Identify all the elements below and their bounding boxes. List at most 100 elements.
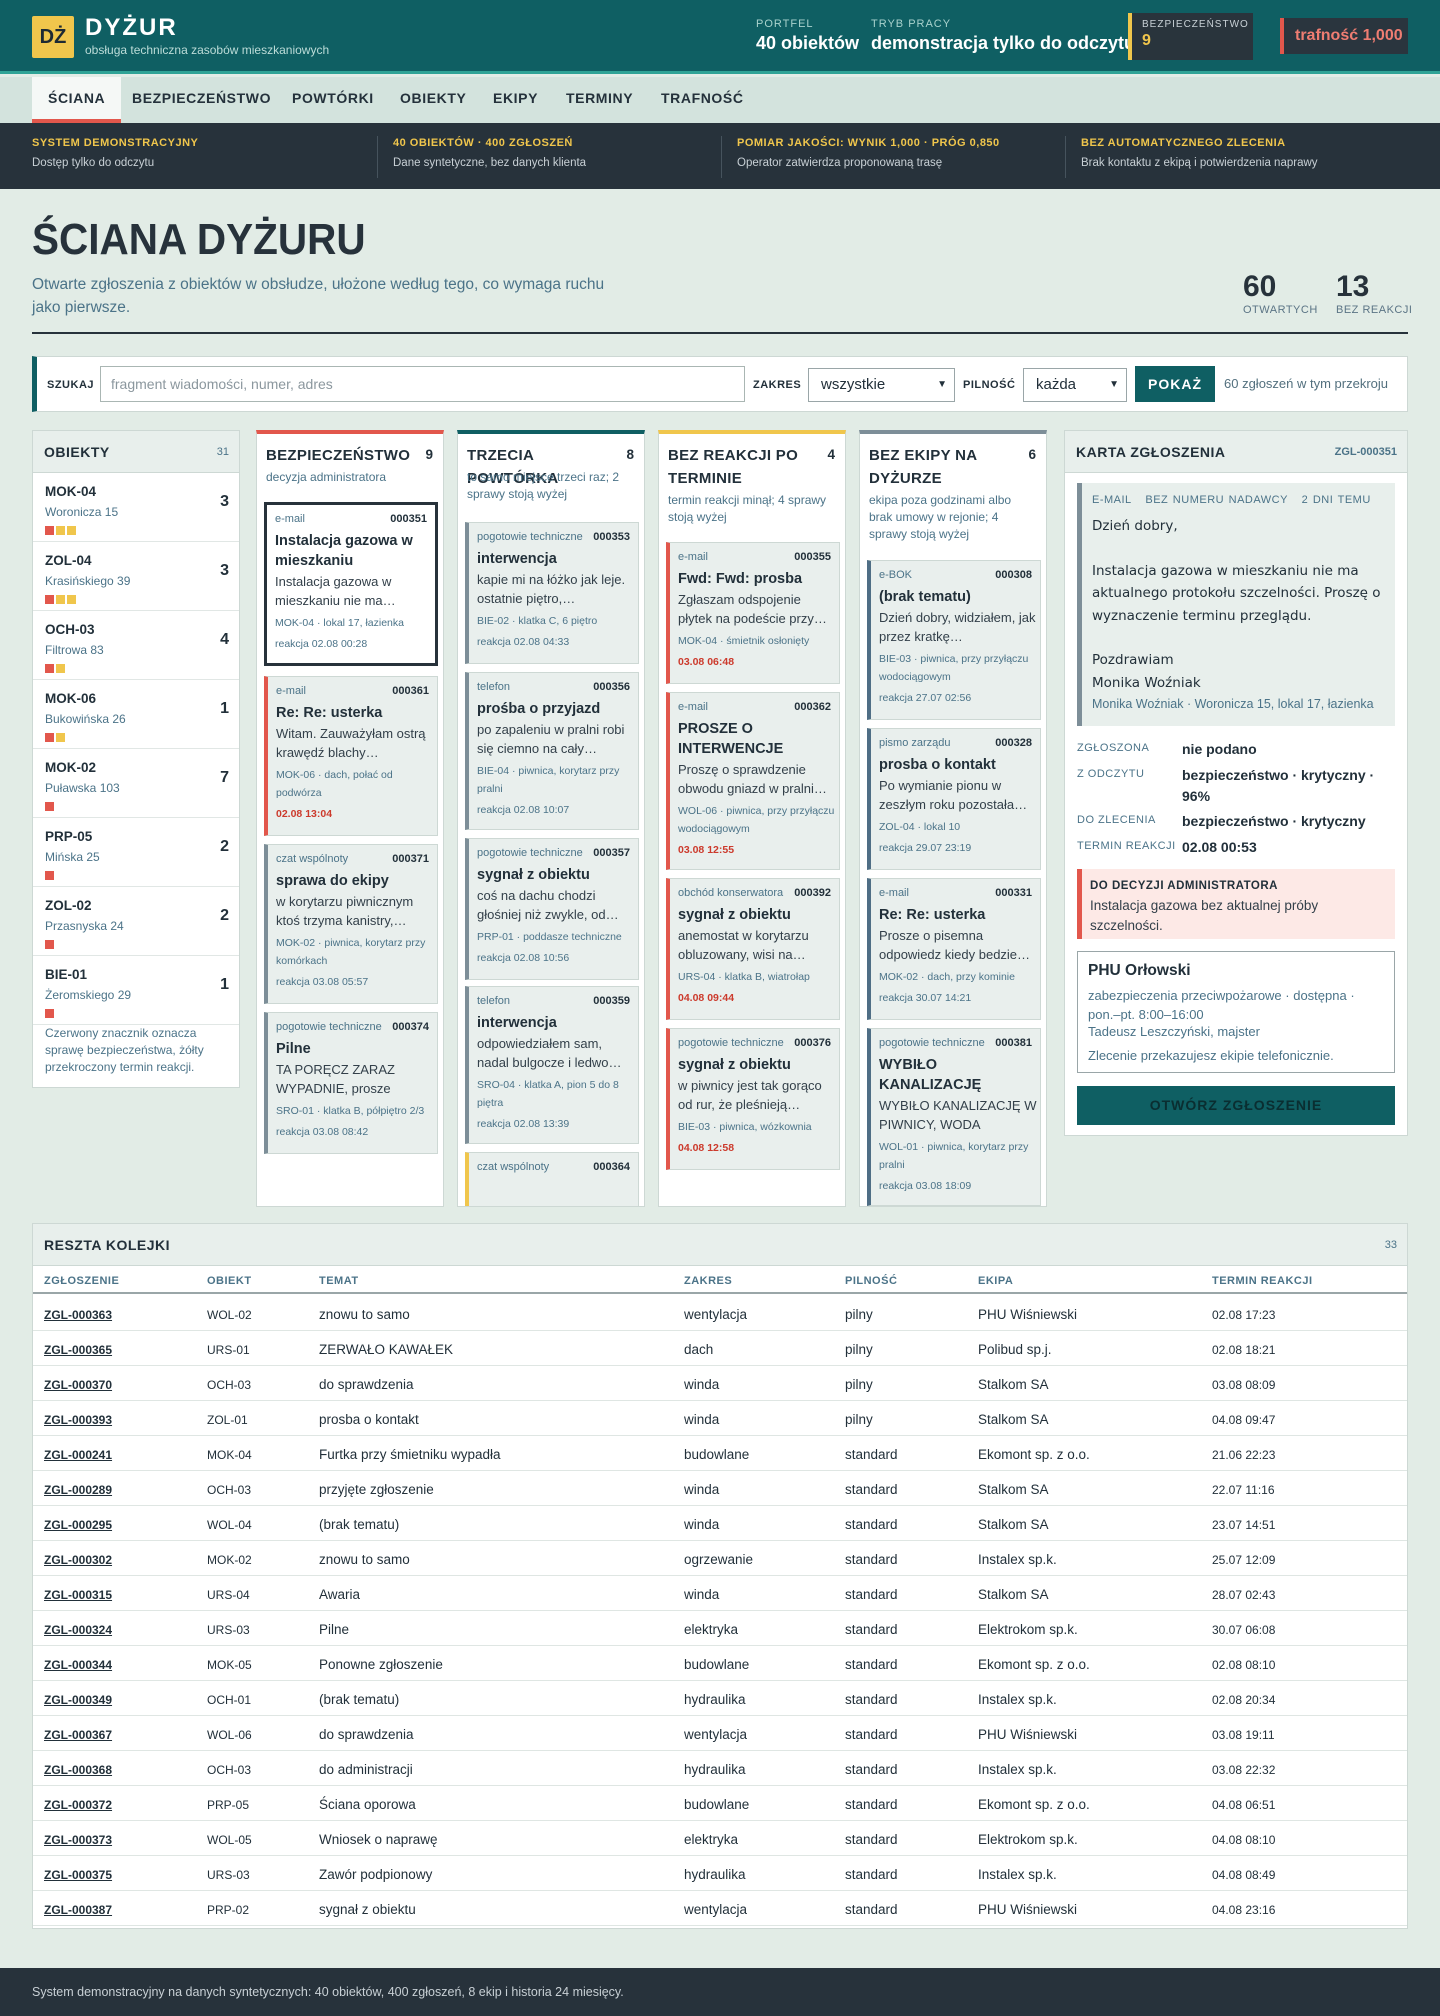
urgency-select[interactable]: każda ▼	[1023, 368, 1127, 402]
object-row[interactable]: ZOL-02 Przasnyska 24 2	[33, 887, 239, 956]
ticket-id-link[interactable]: ZGL-000393	[44, 1413, 112, 1427]
ticket-id-link[interactable]: ZGL-000373	[44, 1833, 112, 1847]
tab-accuracy[interactable]: TRAFNOŚĆ	[645, 77, 760, 123]
ticket-card[interactable]: e-BOK 000308 (brak tematu) Dzień dobry, wid…	[867, 560, 1041, 720]
table-row[interactable]: ZGL-000289 OCH-03 przyjęte zgłoszenie winda…	[33, 1471, 1407, 1506]
ticket-id-link[interactable]: ZGL-000295	[44, 1518, 112, 1532]
ticket-id-link[interactable]: ZGL-000368	[44, 1763, 112, 1777]
row-object: WOL-06	[207, 1728, 252, 1742]
queue-column-header[interactable]: OBIEKT	[207, 1275, 252, 1287]
message-line	[1092, 627, 1392, 649]
object-row[interactable]: PRP-05 Mińska 25 2	[33, 818, 239, 887]
ticket-card[interactable]: telefon 000359 interwencja odpowiedziałem s…	[465, 986, 639, 1144]
table-row[interactable]: ZGL-000368 OCH-03 do administracji hydrauli…	[33, 1751, 1407, 1786]
ticket-card[interactable]: e-mail 000361 Re: Re: usterka Witam. Zauważ…	[264, 676, 438, 836]
ticket-id-link[interactable]: ZGL-000241	[44, 1448, 112, 1462]
message-channel: E-MAIL	[1092, 494, 1132, 506]
ticket-card[interactable]: czat wspólnoty 000371 sprawa do ekipy w kor…	[264, 844, 438, 1004]
ticket-card[interactable]: czat wspólnoty 000364	[465, 1152, 639, 1206]
table-row[interactable]: ZGL-000302 MOK-02 znowu to samo ogrzewanie s…	[33, 1541, 1407, 1576]
message-sender: BEZ NUMERU NADAWCY	[1145, 494, 1288, 506]
tab-objects[interactable]: OBIEKTY	[384, 77, 482, 123]
ticket-id-link[interactable]: ZGL-000372	[44, 1798, 112, 1812]
ticket-id-link[interactable]: ZGL-000324	[44, 1623, 112, 1637]
queue-column-header[interactable]: TERMIN REAKCJI	[1212, 1275, 1313, 1287]
scope-select[interactable]: wszystkie ▼	[808, 368, 955, 402]
ticket-number: 000359	[593, 995, 630, 1007]
table-row[interactable]: ZGL-000363 WOL-02 znowu to samo wentylacja p…	[33, 1296, 1407, 1331]
table-row[interactable]: ZGL-000365 URS-01 ZERWAŁO KAWAŁEK dach pilny…	[33, 1331, 1407, 1366]
object-row[interactable]: MOK-06 Bukowińska 26 1	[33, 680, 239, 749]
object-row[interactable]: ZOL-04 Krasińskiego 39 3	[33, 542, 239, 611]
ticket-id-link[interactable]: ZGL-000387	[44, 1903, 112, 1917]
object-row[interactable]: MOK-02 Puławska 103 7	[33, 749, 239, 818]
page-title: ŚCIANA DYŻURU	[32, 215, 366, 264]
table-row[interactable]: ZGL-000370 OCH-03 do sprawdzenia winda pilny…	[33, 1366, 1407, 1401]
ticket-id-link[interactable]: ZGL-000302	[44, 1553, 112, 1567]
queue-column-header[interactable]: EKIPA	[978, 1275, 1013, 1287]
ticket-card[interactable]: e-mail 000331 Re: Re: usterka Prosze o pise…	[867, 878, 1041, 1020]
table-row[interactable]: ZGL-000393 ZOL-01 prosba o kontakt winda pil…	[33, 1401, 1407, 1436]
queue-column-header[interactable]: ZAKRES	[684, 1275, 732, 1287]
object-row[interactable]: BIE-01 Żeromskiego 29 1	[33, 956, 239, 1025]
ticket-id-link[interactable]: ZGL-000375	[44, 1868, 112, 1882]
tab-wall[interactable]: ŚCIANA	[32, 77, 122, 123]
search-input[interactable]: fragment wiadomości, numer, adres	[100, 366, 745, 402]
row-scope: wentylacja	[684, 1902, 748, 1917]
ticket-id-link[interactable]: ZGL-000370	[44, 1378, 112, 1392]
table-row[interactable]: ZGL-000344 MOK-05 Ponowne zgłoszenie budowl…	[33, 1646, 1407, 1681]
table-row[interactable]: ZGL-000315 URS-04 Awaria winda standard Stalk…	[33, 1576, 1407, 1611]
status-marker	[56, 526, 65, 535]
objects-header: OBIEKTY 31	[33, 431, 239, 473]
row-object: OCH-01	[207, 1693, 252, 1707]
table-row[interactable]: ZGL-000295 WOL-04 (brak tematu) winda standa…	[33, 1506, 1407, 1541]
table-row[interactable]: ZGL-000375 URS-03 Zawór podpionowy hydrauli…	[33, 1856, 1407, 1891]
ticket-card[interactable]: telefon 000356 prośba o przyjazd po zapalen…	[465, 672, 639, 830]
tab-crews[interactable]: EKIPY	[477, 77, 554, 123]
table-row[interactable]: ZGL-000373 WOL-05 Wniosek o naprawę elektry…	[33, 1821, 1407, 1856]
ticket-card[interactable]: e-mail 000351 Instalacja gazowa w mieszkan…	[264, 502, 438, 666]
row-crew: Stalkom SA	[978, 1412, 1049, 1427]
ticket-id-link[interactable]: ZGL-000344	[44, 1658, 112, 1672]
row-object: WOL-02	[207, 1308, 252, 1322]
table-row[interactable]: ZGL-000324 URS-03 Pilne elektryka standard El…	[33, 1611, 1407, 1646]
open-ticket-button[interactable]: OTWÓRZ ZGŁOSZENIE	[1077, 1086, 1395, 1125]
object-row[interactable]: OCH-03 Filtrowa 83 4	[33, 611, 239, 680]
accuracy-badge[interactable]: trafność 1,000	[1280, 18, 1408, 54]
table-row[interactable]: ZGL-000349 OCH-01 (brak tematu) hydraulika s…	[33, 1681, 1407, 1716]
row-deadline: 02.08 08:10	[1212, 1658, 1276, 1672]
table-row[interactable]: ZGL-000387 PRP-02 sygnał z obiektu wentylac…	[33, 1891, 1407, 1926]
queue-column-header[interactable]: PILNOŚĆ	[845, 1275, 897, 1287]
ticket-card[interactable]: pogotowie techniczne 000376 sygnał z obiek…	[666, 1028, 840, 1170]
safety-badge[interactable]: BEZPIECZEŃSTWO 9	[1128, 13, 1253, 60]
ticket-id-link[interactable]: ZGL-000289	[44, 1483, 112, 1497]
ticket-card[interactable]: pismo zarządu 000328 prosba o kontakt Po wy…	[867, 728, 1041, 870]
ticket-id-link[interactable]: ZGL-000365	[44, 1343, 112, 1357]
table-row[interactable]: ZGL-000241 MOK-04 Furtka przy śmietniku wy…	[33, 1436, 1407, 1471]
tab-safety[interactable]: BEZPIECZEŃSTWO	[116, 77, 287, 123]
row-object: OCH-03	[207, 1763, 252, 1777]
ticket-card[interactable]: obchód konserwatora 000392 sygnał z obiekt…	[666, 878, 840, 1020]
portfolio-label: PORTFEL	[756, 18, 814, 30]
ticket-id-link[interactable]: ZGL-000367	[44, 1728, 112, 1742]
object-row[interactable]: MOK-04 Woronicza 15 3	[33, 473, 239, 542]
ticket-id-link[interactable]: ZGL-000315	[44, 1588, 112, 1602]
tab-repeats[interactable]: POWTÓRKI	[276, 77, 390, 123]
ticket-id-link[interactable]: ZGL-000349	[44, 1693, 112, 1707]
ticket-id-link[interactable]: ZGL-000363	[44, 1308, 112, 1322]
ticket-card[interactable]: pogotowie techniczne 000357 sygnał z obiek…	[465, 838, 639, 980]
ticket-card[interactable]: e-mail 000362 PROSZE O INTERWENCJE Proszę o…	[666, 692, 840, 870]
ticket-card[interactable]: pogotowie techniczne 000381 WYBIŁO KANALIZ…	[867, 1028, 1041, 1206]
ticket-deadline: reakcja 03.08 05:57	[276, 976, 369, 988]
queue-column-header[interactable]: TEMAT	[319, 1275, 359, 1287]
ticket-card[interactable]: pogotowie techniczne 000353 interwencja kap…	[465, 522, 639, 664]
table-row[interactable]: ZGL-000372 PRP-05 Ściana oporowa budowlane s…	[33, 1786, 1407, 1821]
queue-column-header[interactable]: ZGŁOSZENIE	[44, 1275, 119, 1287]
ticket-card[interactable]: pogotowie techniczne 000374 Pilne TA PORĘCZ…	[264, 1012, 438, 1154]
ticket-card[interactable]: e-mail 000355 Fwd: Fwd: prosba Zgłaszam ods…	[666, 542, 840, 684]
ticket-excerpt: odpowiedziałem sam, nadal bulgocze i led…	[477, 1036, 622, 1070]
table-row[interactable]: ZGL-000367 WOL-06 do sprawdzenia wentylacja…	[33, 1716, 1407, 1751]
show-button[interactable]: POKAŻ	[1135, 366, 1215, 402]
tab-deadlines[interactable]: TERMINY	[550, 77, 649, 123]
row-deadline: 25.07 12:09	[1212, 1553, 1276, 1567]
